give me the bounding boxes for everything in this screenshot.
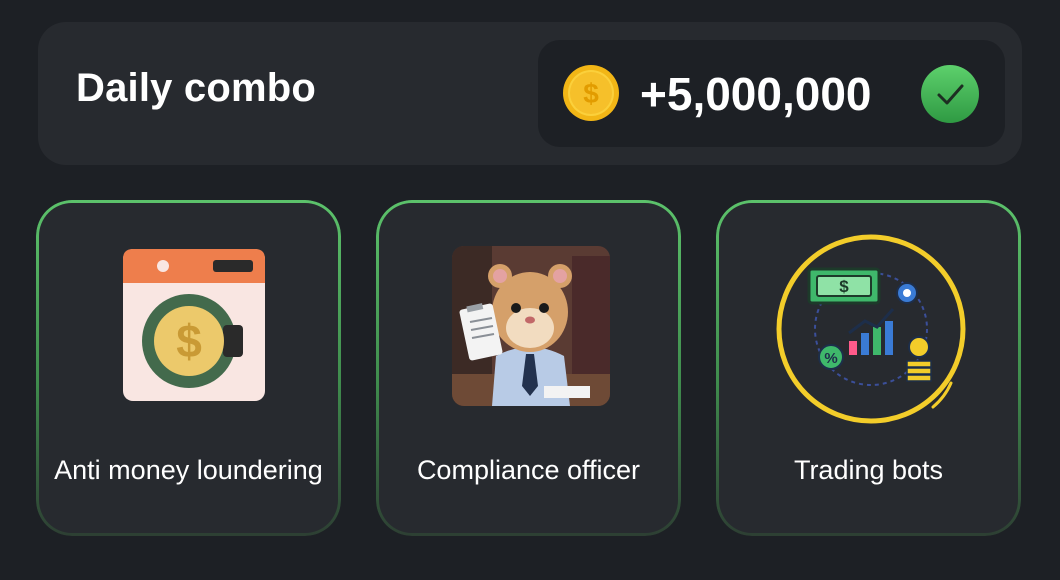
daily-combo-title: Daily combo — [76, 66, 317, 110]
card-label: Trading bots — [793, 455, 944, 485]
svg-text:%: % — [824, 350, 837, 367]
hamster-officer-image — [452, 246, 610, 406]
combo-card-anti-money-laundering[interactable]: $ Anti money loundering — [36, 200, 341, 536]
washing-machine-coin-icon: $ — [123, 249, 265, 401]
card-label: Anti money loundering — [54, 455, 323, 485]
reward-pill: $ +5,000,000 — [538, 40, 1005, 147]
combo-card-compliance-officer[interactable]: Compliance officer — [376, 200, 681, 536]
svg-text:$: $ — [176, 315, 202, 367]
coin-icon: $ — [563, 65, 619, 121]
coin-symbol: $ — [583, 78, 599, 109]
reward-amount: +5,000,000 — [640, 68, 872, 120]
daily-combo-screen: Daily combo $ +5,000,000 $ Anti money lo… — [0, 0, 1060, 580]
daily-combo-bar: Daily combo $ +5,000,000 — [38, 22, 1022, 165]
card-label: Compliance officer — [416, 455, 641, 485]
trading-bots-icon: $ % — [776, 234, 966, 424]
svg-text:$: $ — [839, 277, 849, 296]
check-icon — [921, 65, 979, 123]
combo-card-trading-bots[interactable]: $ % Trading bots — [716, 200, 1021, 536]
